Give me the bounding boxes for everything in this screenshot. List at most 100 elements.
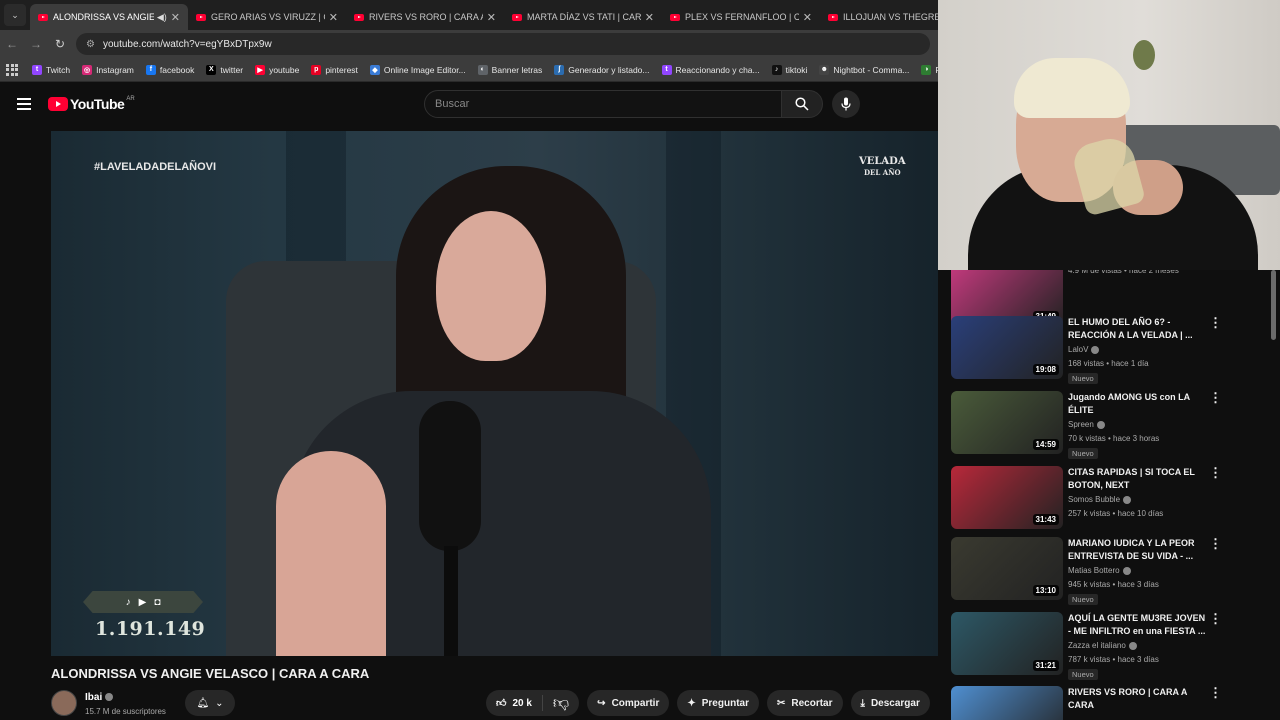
share-button[interactable]: ↪ Compartir bbox=[587, 690, 670, 716]
more-vertical-icon[interactable]: ⋮ bbox=[1209, 466, 1222, 479]
recommended-video[interactable]: 19:08 EL HUMO DEL AÑO 6? - REACCIÓN A LA … bbox=[951, 316, 1271, 386]
recommended-title[interactable]: Jugando AMONG US con LA ÉLITE bbox=[1068, 391, 1208, 417]
recommended-title[interactable]: MARIANO IUDICA Y LA PEOR ENTREVISTA DE S… bbox=[1068, 537, 1208, 563]
recommended-title[interactable]: EL HUMO DEL AÑO 6? - REACCIÓN A LA VELAD… bbox=[1068, 316, 1208, 342]
search-button[interactable] bbox=[781, 90, 823, 118]
scissors-icon: ✂ bbox=[776, 697, 786, 709]
search-input[interactable]: Buscar bbox=[424, 90, 782, 118]
recommended-video[interactable]: 14:59 Jugando AMONG US con LA ÉLITE Spreen… bbox=[951, 391, 1271, 461]
velada-logo: VELADA DEL AÑO bbox=[859, 156, 906, 178]
recommended-video[interactable]: 31:21 AQUÍ LA GENTE MU3RE JOVEN - ME INFI… bbox=[951, 612, 1271, 682]
close-tab-icon[interactable]: ✕ bbox=[645, 11, 654, 24]
recommended-channel[interactable]: Somos Bubble bbox=[1068, 494, 1228, 506]
browser-tab[interactable]: PLEX VS FERNANFLOO | CARA ✕ bbox=[662, 4, 820, 30]
menu-icon[interactable] bbox=[17, 98, 31, 113]
voice-search-button[interactable] bbox=[832, 90, 860, 118]
more-vertical-icon[interactable]: ⋮ bbox=[1209, 537, 1222, 550]
like-button[interactable]: 👍︎ 20 k bbox=[486, 695, 543, 711]
bookmark-favicon-icon: ♪ bbox=[771, 64, 782, 75]
bookmark-item[interactable]: f facebook bbox=[145, 64, 195, 75]
browser-tab[interactable]: RIVERS VS RORO | CARA A CAR ✕ bbox=[346, 4, 504, 30]
download-button[interactable]: ⤓ Descargar bbox=[850, 690, 930, 716]
clip-button[interactable]: ✂ Recortar bbox=[766, 690, 843, 716]
bookmark-item[interactable]: ◑Fútbol bbox=[921, 64, 938, 75]
browser-tab[interactable]: ALONDRISSA VS ANGIE VE◀) ✕ bbox=[30, 4, 188, 30]
close-tab-icon[interactable]: ✕ bbox=[329, 11, 338, 24]
video-thumbnail[interactable]: 13:10 bbox=[951, 537, 1063, 600]
browser-tab[interactable]: GERO ARIAS VS VIRUZZ | CARA ✕ bbox=[188, 4, 346, 30]
recommended-title[interactable]: CITAS RAPIDAS | SI TOCA EL BOTON, NEXT bbox=[1068, 466, 1208, 492]
share-label: Compartir bbox=[611, 697, 660, 709]
bookmark-item[interactable]: ʃ Generador y listado... bbox=[554, 64, 650, 75]
bookmark-item[interactable]: p pinterest bbox=[311, 64, 358, 75]
recommended-channel[interactable]: Spreen bbox=[1068, 419, 1228, 431]
recommended-title[interactable]: AQUÍ LA GENTE MU3RE JOVEN - ME INFILTRO … bbox=[1068, 612, 1208, 638]
youtube-favicon-icon bbox=[196, 13, 206, 21]
more-vertical-icon[interactable]: ⋮ bbox=[1209, 686, 1222, 699]
recommended-video[interactable]: 13:10 MARIANO IUDICA Y LA PEOR ENTREVISTA… bbox=[951, 537, 1271, 607]
subscriber-count: 15.7 M de suscriptores bbox=[85, 707, 166, 716]
video-thumbnail[interactable] bbox=[951, 686, 1063, 720]
streamer-webcam bbox=[938, 0, 1280, 270]
bookmark-item[interactable]: t Reaccionando y cha... bbox=[661, 64, 760, 75]
forward-icon[interactable]: → bbox=[24, 37, 48, 51]
url-field[interactable]: ⚙ youtube.com/watch?v=egYBxDTpx9w bbox=[76, 33, 930, 55]
apps-grid-icon[interactable] bbox=[6, 63, 18, 76]
more-vertical-icon[interactable]: ⋮ bbox=[1209, 391, 1222, 404]
bookmark-item[interactable]: ☻ Nightbot - Comma... bbox=[819, 64, 909, 75]
twitch-icon: ◘ bbox=[154, 596, 161, 608]
bookmark-label: Banner letras bbox=[491, 64, 543, 75]
channel-label: Zazza el italiano bbox=[1068, 641, 1126, 650]
recommended-video[interactable]: 31:43 CITAS RAPIDAS | SI TOCA EL BOTON, N… bbox=[951, 466, 1271, 536]
bookmark-label: Twitch bbox=[46, 64, 71, 75]
recommended-title[interactable]: RIVERS VS RORO | CARA A CARA bbox=[1068, 686, 1208, 712]
reload-icon[interactable]: ↻ bbox=[48, 37, 72, 51]
country-code: AR bbox=[126, 96, 135, 102]
video-hashtag: #LAVELADADELAÑOVI bbox=[94, 161, 217, 173]
video-actions: 👍︎ 20 k 👎︎ ↪ Compartir ✦ Preguntar ✂ Recort… bbox=[486, 690, 964, 716]
video-thumbnail[interactable]: 31:43 bbox=[951, 466, 1063, 529]
video-player[interactable]: #LAVELADADELAÑOVI VELADA DEL AÑO ♪ ▶ ◘ 1… bbox=[51, 131, 938, 656]
bookmark-item[interactable]: ▶ youtube bbox=[255, 64, 299, 75]
bookmark-item[interactable]: ◐ Banner letras bbox=[477, 64, 543, 75]
dislike-button[interactable]: 👎︎ bbox=[543, 695, 579, 712]
bookmark-item[interactable]: Xtwitter bbox=[206, 64, 243, 75]
video-duration: 13:10 bbox=[1032, 585, 1059, 596]
video-duration: 31:43 bbox=[1032, 514, 1059, 525]
close-tab-icon[interactable]: ✕ bbox=[487, 11, 496, 24]
channel-avatar[interactable] bbox=[51, 690, 77, 716]
tab-search-button[interactable]: ⌄ bbox=[4, 4, 26, 26]
close-tab-icon[interactable]: ✕ bbox=[803, 11, 812, 24]
video-thumbnail[interactable]: 31:21 bbox=[951, 612, 1063, 675]
bookmark-label: facebook bbox=[159, 64, 195, 75]
bookmark-item[interactable]: t Twitch bbox=[32, 64, 71, 75]
video-thumbnail[interactable]: 19:08 bbox=[951, 316, 1063, 379]
bookmark-favicon-icon: ◑ bbox=[921, 64, 932, 75]
recommended-channel[interactable]: Matias Bottero bbox=[1068, 565, 1228, 577]
subscription-bell-button[interactable]: 🔔︎ ⌄ bbox=[185, 690, 235, 716]
recommended-channel[interactable]: Zazza el italiano bbox=[1068, 640, 1228, 652]
back-icon[interactable]: ← bbox=[0, 37, 24, 51]
browser-tab[interactable]: MARTA DÍAZ VS TATI | CARA A ✕ bbox=[504, 4, 662, 30]
recommended-video[interactable]: RIVERS VS RORO | CARA A CARA ⋮ bbox=[951, 686, 1271, 720]
bookmark-item[interactable]: ◎ Instagram bbox=[82, 64, 134, 75]
tab-label: ILLOJUAN VS THEGREFG | CA bbox=[843, 12, 938, 22]
tab-label: MARTA DÍAZ VS TATI | CARA A bbox=[527, 12, 641, 22]
bookmark-item[interactable]: ♪ tiktoki bbox=[771, 64, 807, 75]
youtube-logo[interactable]: YouTube AR bbox=[48, 96, 135, 112]
more-vertical-icon[interactable]: ⋮ bbox=[1209, 612, 1222, 625]
speaker-icon[interactable]: ◀) bbox=[157, 12, 167, 23]
more-vertical-icon[interactable]: ⋮ bbox=[1209, 316, 1222, 329]
sidebar-scrollbar[interactable] bbox=[1271, 270, 1276, 340]
tab-label: RIVERS VS RORO | CARA A CAR bbox=[369, 12, 483, 22]
site-info-icon[interactable]: ⚙ bbox=[86, 39, 95, 50]
channel-name[interactable]: Ibai bbox=[85, 692, 114, 703]
bookmark-item[interactable]: ◆ Online Image Editor... bbox=[369, 64, 466, 75]
recommended-channel[interactable]: LaloV bbox=[1068, 344, 1228, 356]
video-thumbnail[interactable]: 14:59 bbox=[951, 391, 1063, 454]
ask-button[interactable]: ✦ Preguntar bbox=[677, 690, 759, 716]
verified-icon bbox=[1123, 495, 1132, 504]
browser-tab[interactable]: ILLOJUAN VS THEGREFG | CA bbox=[820, 4, 938, 30]
close-tab-icon[interactable]: ✕ bbox=[171, 11, 180, 24]
download-icon: ⤓ bbox=[860, 697, 865, 709]
